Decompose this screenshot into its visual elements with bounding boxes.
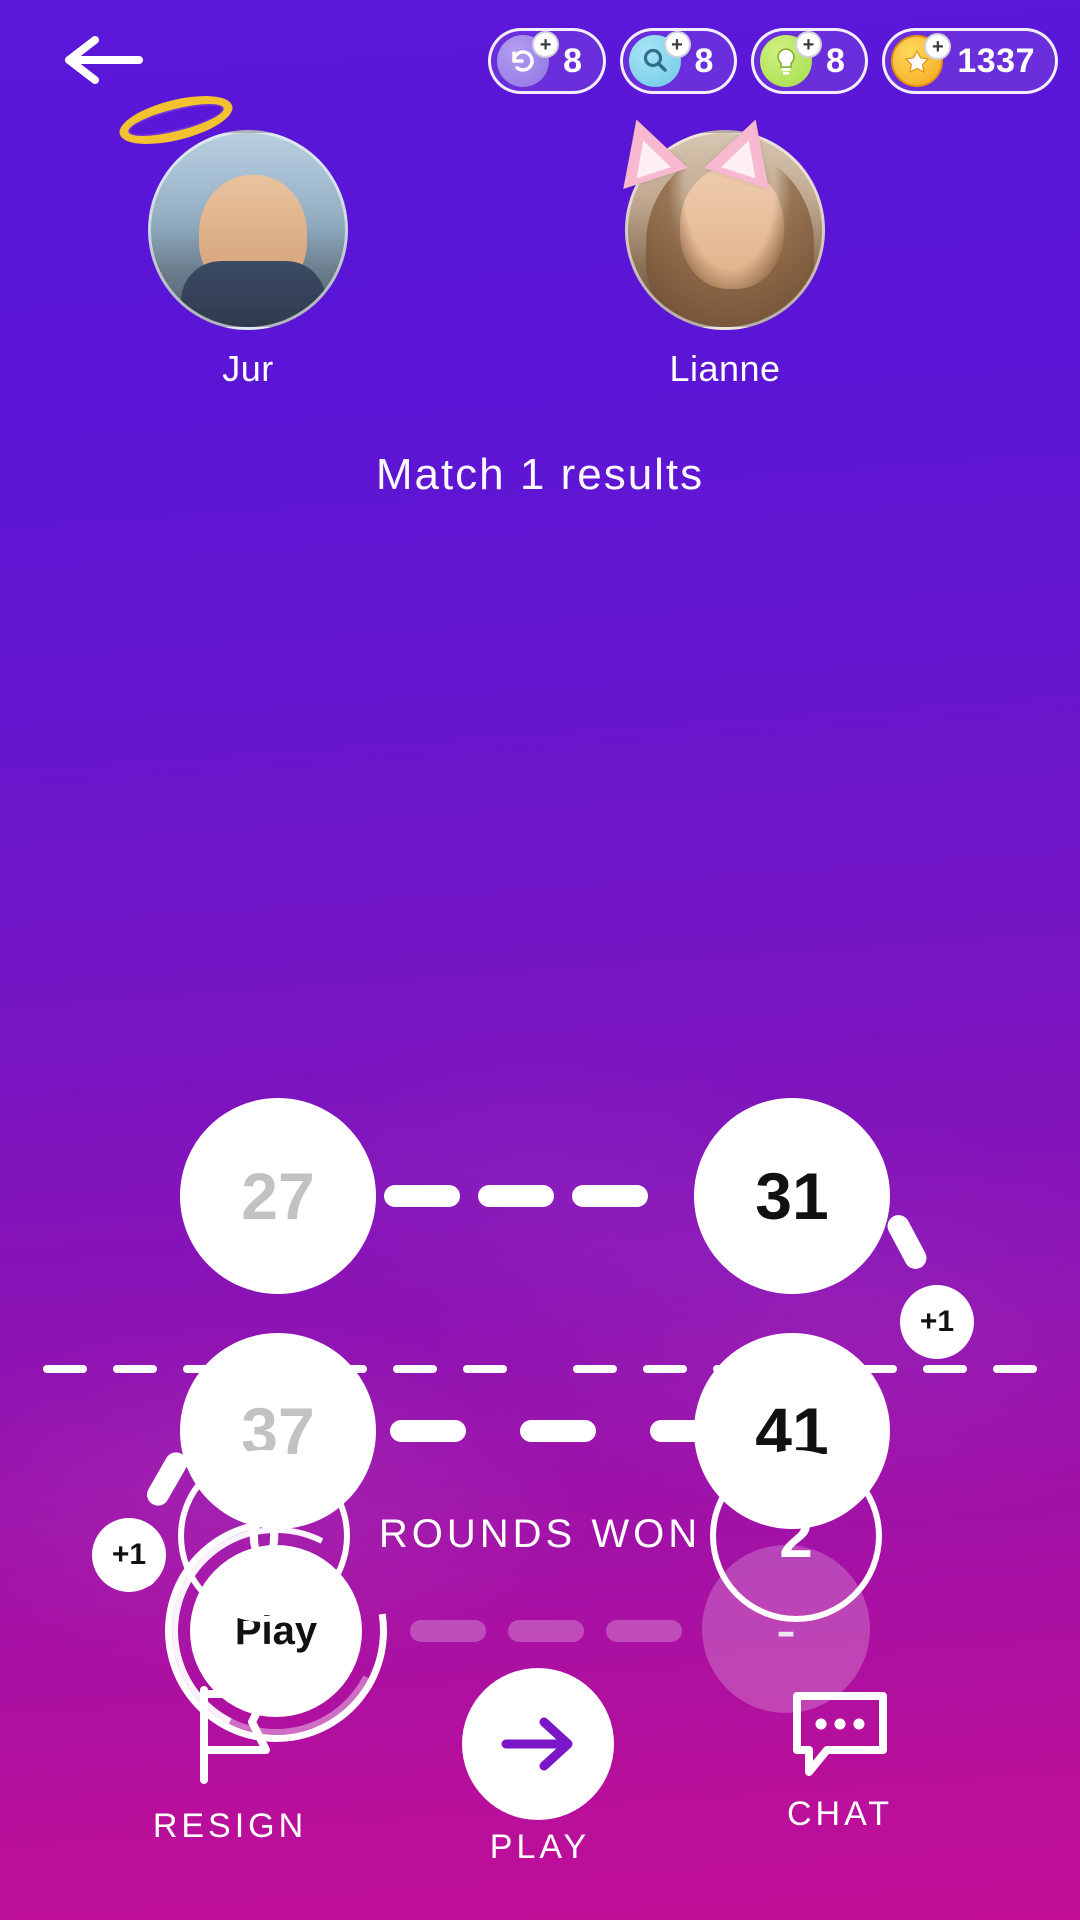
plus-badge[interactable]: +: [532, 31, 560, 58]
play-label: PLAY: [489, 1828, 591, 1866]
connector-segment: [883, 1211, 931, 1273]
chat-button[interactable]: CHAT: [740, 1684, 940, 1834]
score-node-r1-right: 31: [694, 1098, 890, 1294]
rounds-won-section: 0 ROUNDS WON 2: [0, 1450, 1080, 1640]
resign-button[interactable]: RESIGN: [130, 1680, 330, 1846]
page-title: Match 1 results: [375, 450, 705, 499]
play-label-wrap[interactable]: PLAY: [440, 1828, 640, 1867]
coin-star-icon: +: [891, 33, 952, 87]
player-right-name: Lianne: [669, 348, 781, 389]
pill-magnifier[interactable]: + 8: [619, 28, 737, 94]
pill-coins[interactable]: + 1337: [882, 28, 1058, 94]
rounds-won-label: ROUNDS WON: [378, 1512, 702, 1556]
connector-segment: [572, 1185, 648, 1207]
pill-lightbulb-count: 8: [825, 41, 846, 80]
magnifier-icon: +: [628, 31, 691, 87]
player-left-name: Jur: [222, 348, 274, 389]
chat-bubble-icon: [793, 1692, 887, 1776]
arrow-left-icon: [65, 36, 143, 84]
pill-undo-count: 8: [563, 41, 583, 80]
connector-segment: [520, 1420, 596, 1442]
top-bar: + 8 + 8 + 8 + 1337: [0, 0, 1080, 116]
bonus-node-right: +1: [900, 1285, 974, 1359]
plus-badge[interactable]: +: [924, 33, 952, 60]
pill-magnifier-count: 8: [694, 41, 714, 80]
arrow-right-icon: [501, 1717, 573, 1771]
player-left[interactable]: Jur: [108, 130, 388, 390]
avatar: [148, 130, 348, 330]
plus-badge[interactable]: +: [794, 31, 822, 58]
lightbulb-icon: +: [759, 31, 822, 87]
connector-segment: [478, 1185, 554, 1207]
resign-label: RESIGN: [152, 1807, 308, 1845]
divider: [0, 1365, 1080, 1375]
match-board: 27 31 +1 37 41 +1 Play -: [0, 545, 1080, 1787]
play-button[interactable]: [462, 1668, 614, 1820]
connector-segment: [384, 1185, 460, 1207]
plus-badge[interactable]: +: [663, 31, 691, 58]
resource-pills: + 8 + 8 + 8 + 1337: [488, 28, 1058, 94]
pill-lightbulb[interactable]: + 8: [750, 28, 869, 94]
score-node-r1-left: 27: [180, 1098, 376, 1294]
chat-label: CHAT: [786, 1795, 894, 1833]
rounds-won-right: 2: [710, 1450, 882, 1622]
bottom-nav: RESIGN PLAY CHAT: [0, 1660, 1080, 1920]
connector-segment: [390, 1420, 466, 1442]
flag-icon: [200, 1686, 270, 1784]
back-button[interactable]: [58, 30, 148, 90]
pill-undo[interactable]: + 8: [488, 28, 606, 94]
pill-coins-count: 1337: [957, 41, 1035, 80]
undo-icon: +: [497, 31, 560, 87]
